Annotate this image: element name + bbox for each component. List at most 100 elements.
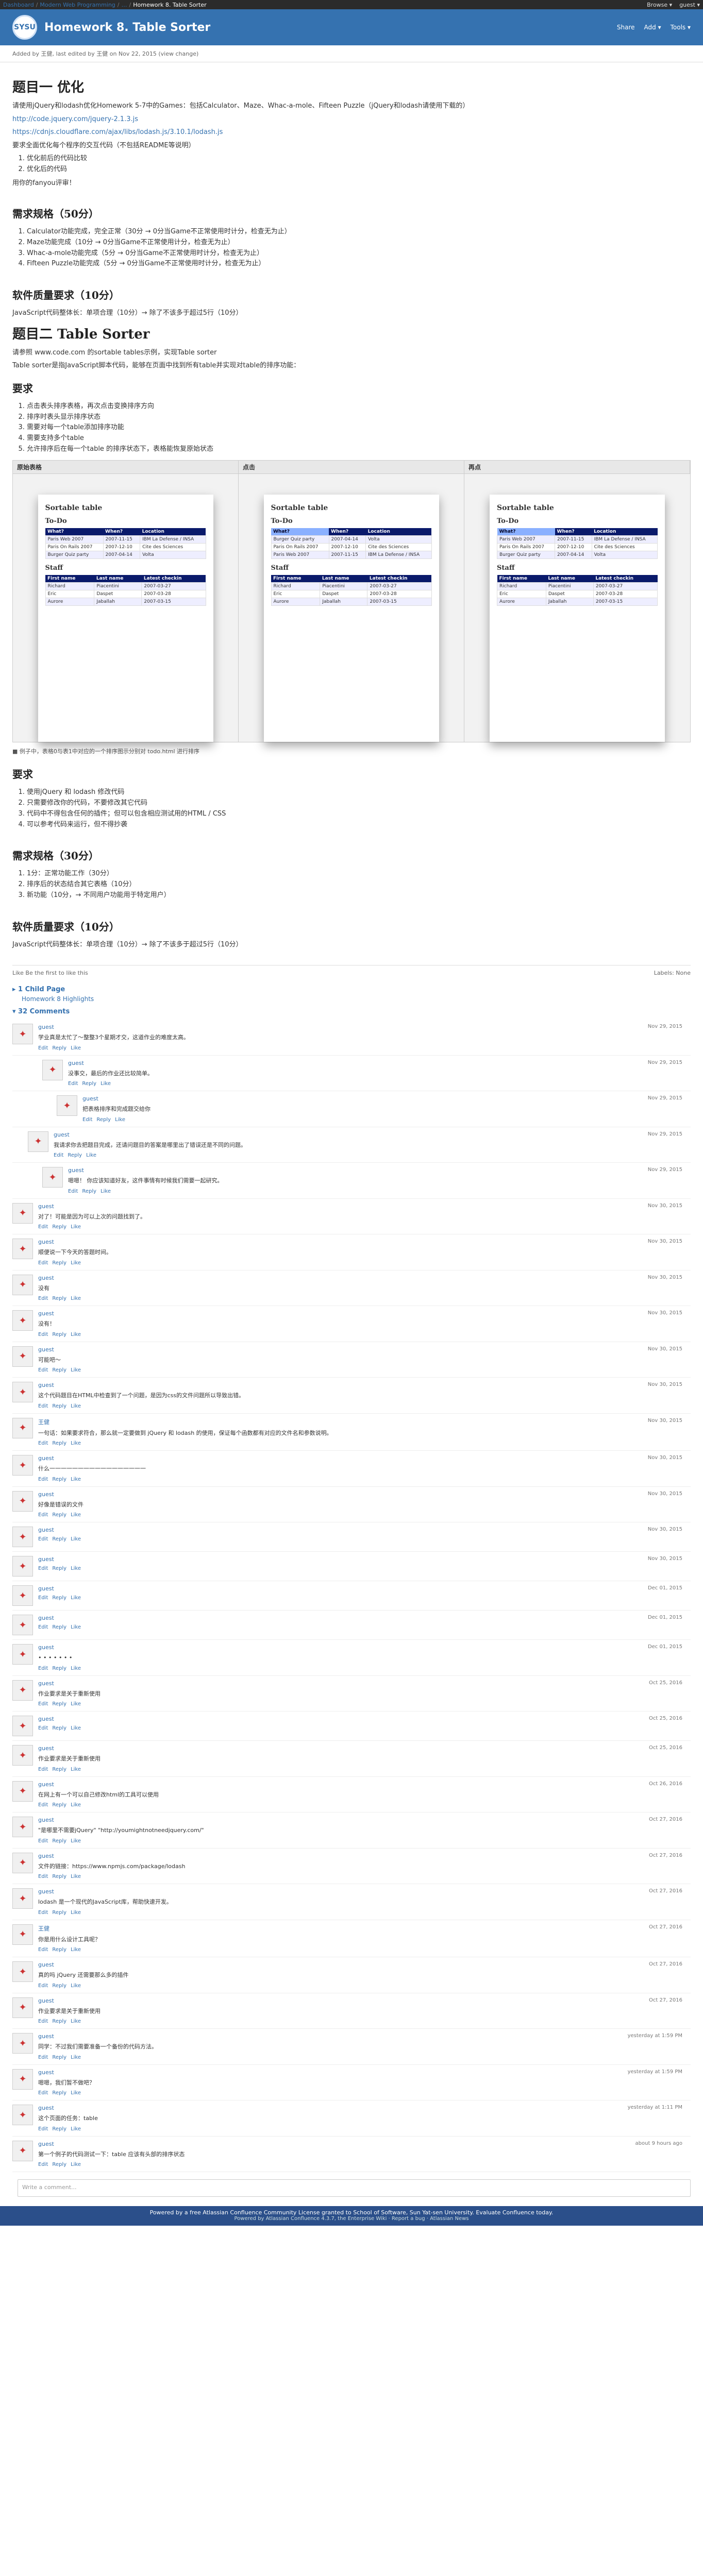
comment-author[interactable]: 王健 bbox=[38, 1924, 691, 1933]
comment-author[interactable]: guest bbox=[38, 1310, 691, 1317]
edit-comment-button[interactable]: Edit bbox=[38, 2090, 48, 2096]
edit-comment-button[interactable]: Edit bbox=[38, 1767, 48, 1772]
comment-author[interactable]: guest bbox=[38, 1527, 691, 1533]
reply-comment-button[interactable]: Reply bbox=[82, 1189, 96, 1194]
like-comment-button[interactable]: Like bbox=[71, 1512, 81, 1518]
table-header[interactable]: Latest checkin bbox=[367, 574, 431, 583]
reply-comment-button[interactable]: Reply bbox=[52, 1595, 66, 1601]
comment-author[interactable]: guest bbox=[82, 1095, 691, 1102]
avatar[interactable]: ✦ bbox=[28, 1131, 48, 1152]
jquery-link[interactable]: http://code.jquery.com/jquery-2.1.3.js bbox=[12, 115, 138, 123]
avatar[interactable]: ✦ bbox=[12, 1781, 33, 1802]
table-header[interactable]: When? bbox=[555, 528, 592, 536]
comment-author[interactable]: guest bbox=[38, 2141, 691, 2147]
avatar[interactable]: ✦ bbox=[12, 1615, 33, 1636]
avatar[interactable]: ✦ bbox=[12, 1556, 33, 1577]
like-comment-button[interactable]: Like bbox=[71, 2126, 81, 2132]
table-header[interactable]: Latest checkin bbox=[593, 574, 658, 583]
edit-comment-button[interactable]: Edit bbox=[38, 1838, 48, 1844]
comment-author[interactable]: guest bbox=[38, 1853, 691, 1859]
avatar[interactable]: ✦ bbox=[12, 1490, 33, 1512]
edit-comment-button[interactable]: Edit bbox=[38, 1802, 48, 1808]
comment-author[interactable]: guest bbox=[38, 1346, 691, 1353]
breadcrumb-dashboard[interactable]: Dashboard bbox=[3, 2, 34, 8]
avatar[interactable]: ✦ bbox=[42, 1059, 63, 1080]
edit-comment-button[interactable]: Edit bbox=[38, 1983, 48, 1989]
avatar[interactable]: ✦ bbox=[12, 1310, 33, 1331]
avatar[interactable]: ✦ bbox=[12, 1888, 33, 1909]
lodash-link[interactable]: https://cdnjs.cloudflare.com/ajax/libs/l… bbox=[12, 128, 223, 136]
reply-comment-button[interactable]: Reply bbox=[52, 1477, 66, 1482]
edit-comment-button[interactable]: Edit bbox=[38, 1910, 48, 1916]
edit-comment-button[interactable]: Edit bbox=[38, 1947, 48, 1953]
edit-comment-button[interactable]: Edit bbox=[38, 1477, 48, 1482]
table-header[interactable]: When? bbox=[329, 528, 366, 536]
avatar[interactable]: ✦ bbox=[12, 1716, 33, 1737]
reply-comment-button[interactable]: Reply bbox=[68, 1153, 82, 1158]
like-comment-button[interactable]: Like bbox=[71, 1332, 81, 1337]
like-comment-button[interactable]: Like bbox=[101, 1081, 111, 1087]
comment-author[interactable]: guest bbox=[38, 1455, 691, 1462]
edit-comment-button[interactable]: Edit bbox=[38, 1440, 48, 1446]
user-menu[interactable]: guest ▾ bbox=[679, 2, 700, 8]
like-comment-button[interactable]: Like bbox=[71, 1536, 81, 1542]
like-comment-button[interactable]: Like bbox=[101, 1189, 111, 1194]
avatar[interactable]: ✦ bbox=[12, 1024, 33, 1045]
reply-comment-button[interactable]: Reply bbox=[52, 2162, 66, 2167]
table-header[interactable]: First name bbox=[497, 574, 546, 583]
like-comment-button[interactable]: Like bbox=[71, 1595, 81, 1601]
like-comment-button[interactable]: Like bbox=[71, 1802, 81, 1808]
reply-comment-button[interactable]: Reply bbox=[52, 1332, 66, 1337]
reply-comment-button[interactable]: Reply bbox=[52, 1512, 66, 1518]
table-header-sorted[interactable]: What? bbox=[497, 528, 555, 536]
reply-comment-button[interactable]: Reply bbox=[52, 2019, 66, 2024]
comment-author[interactable]: guest bbox=[38, 2033, 691, 2040]
edit-comment-button[interactable]: Edit bbox=[68, 1189, 78, 1194]
comment-author[interactable]: guest bbox=[68, 1167, 691, 1174]
like-comment-button[interactable]: Like bbox=[71, 1725, 81, 1731]
edit-comment-button[interactable]: Edit bbox=[38, 1403, 48, 1409]
table-header[interactable]: Latest checkin bbox=[141, 574, 206, 583]
like-comment-button[interactable]: Like bbox=[71, 2090, 81, 2096]
comment-author[interactable]: guest bbox=[38, 1817, 691, 1823]
comment-author[interactable]: guest bbox=[38, 1203, 691, 1210]
child-pages-toggle[interactable]: ▸ 1 Child Page bbox=[12, 986, 691, 993]
comment-author[interactable]: guest bbox=[38, 1997, 691, 2004]
comments-toggle[interactable]: ▾ 32 Comments bbox=[12, 1008, 691, 1015]
avatar[interactable]: ✦ bbox=[12, 1455, 33, 1476]
edit-comment-button[interactable]: Edit bbox=[38, 1624, 48, 1630]
like-comment-button[interactable]: Like bbox=[71, 1983, 81, 1989]
avatar[interactable]: ✦ bbox=[12, 1644, 33, 1665]
reply-comment-button[interactable]: Reply bbox=[96, 1117, 111, 1123]
reply-comment-button[interactable]: Reply bbox=[52, 1910, 66, 1916]
avatar[interactable]: ✦ bbox=[12, 1961, 33, 1982]
reply-comment-button[interactable]: Reply bbox=[52, 1838, 66, 1844]
table-header[interactable]: First name bbox=[271, 574, 320, 583]
avatar[interactable]: ✦ bbox=[12, 1417, 33, 1438]
avatar[interactable]: ✦ bbox=[12, 1274, 33, 1295]
avatar[interactable]: ✦ bbox=[12, 1817, 33, 1838]
comment-author[interactable]: 王健 bbox=[38, 1418, 691, 1426]
comment-author[interactable]: guest bbox=[38, 1644, 691, 1651]
comment-author[interactable]: guest bbox=[38, 1615, 691, 1621]
reply-comment-button[interactable]: Reply bbox=[52, 1566, 66, 1571]
table-header[interactable]: Last name bbox=[546, 574, 594, 583]
like-comment-button[interactable]: Like bbox=[71, 1367, 81, 1373]
like-comment-button[interactable]: Like bbox=[71, 1440, 81, 1446]
edit-comment-button[interactable]: Edit bbox=[38, 2126, 48, 2132]
like-comment-button[interactable]: Like bbox=[71, 1296, 81, 1301]
university-logo-icon[interactable]: SYSU bbox=[12, 15, 37, 40]
comment-author[interactable]: guest bbox=[38, 1745, 691, 1752]
like-comment-button[interactable]: Like bbox=[71, 1403, 81, 1409]
avatar[interactable]: ✦ bbox=[12, 2069, 33, 2090]
reply-comment-button[interactable]: Reply bbox=[52, 1224, 66, 1230]
edit-comment-button[interactable]: Edit bbox=[38, 1536, 48, 1542]
comment-author[interactable]: guest bbox=[68, 1060, 691, 1066]
reply-comment-button[interactable]: Reply bbox=[52, 1874, 66, 1879]
edit-comment-button[interactable]: Edit bbox=[38, 1566, 48, 1571]
tools-menu-button[interactable]: Tools ▾ bbox=[671, 24, 691, 31]
edit-comment-button[interactable]: Edit bbox=[38, 1666, 48, 1671]
comment-author[interactable]: guest bbox=[38, 1382, 691, 1388]
edit-comment-button[interactable]: Edit bbox=[38, 1595, 48, 1601]
comment-author[interactable]: guest bbox=[54, 1131, 691, 1138]
